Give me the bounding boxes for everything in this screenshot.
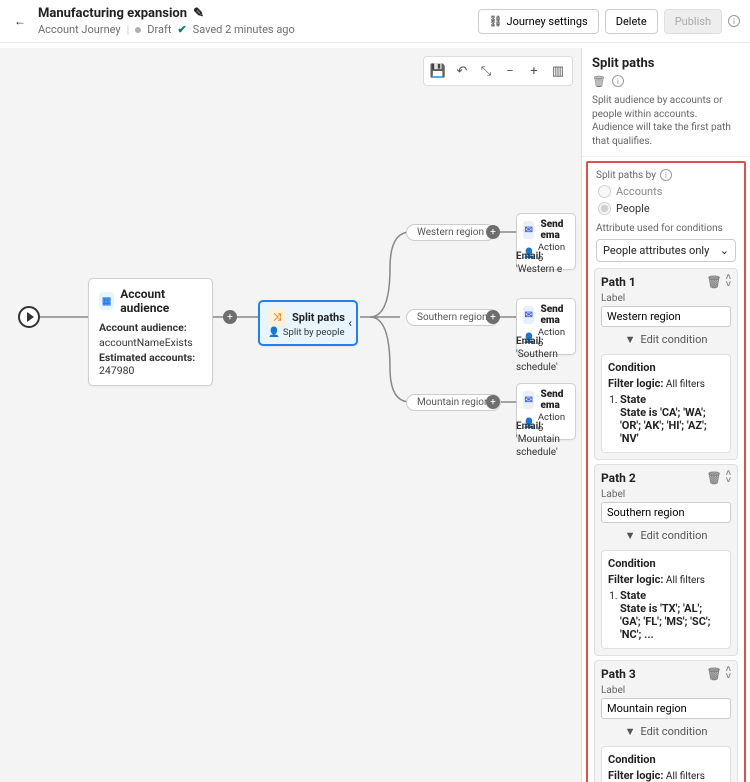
info-icon[interactable]: i (728, 15, 740, 27)
chevron-down-icon: ⌄ (720, 244, 729, 257)
back-arrow-icon[interactable]: ← (10, 10, 30, 32)
properties-panel: Split paths 🗑 i Split audience by accoun… (582, 48, 750, 782)
condition-block: ConditionFilter logic: All filtersStateS… (601, 746, 731, 782)
move-down-icon[interactable]: ˅ (726, 674, 731, 681)
info-icon[interactable]: i (660, 169, 672, 181)
panel-description: Split audience by accounts or people wit… (582, 94, 750, 157)
path-chip-western[interactable]: Western region (406, 224, 495, 241)
radio-accounts[interactable]: Accounts (592, 183, 740, 200)
trash-icon[interactable]: 🗑 (592, 75, 606, 88)
path-card: Path 2🗑˄˅Label▼Edit conditionConditionFi… (594, 464, 738, 656)
split-node[interactable]: ⤨Split paths 👤Split by people ‹ (258, 300, 358, 346)
radio-people[interactable]: People (592, 200, 740, 217)
flow-lines (0, 48, 581, 782)
publish-button[interactable]: Publish (664, 9, 722, 34)
add-step-icon[interactable]: + (223, 310, 237, 324)
edit-icon[interactable]: ✎ (193, 6, 204, 21)
path-label-input[interactable] (601, 306, 731, 327)
app-header: ← Manufacturing expansion ✎ Account Jour… (0, 0, 750, 43)
journey-settings-button[interactable]: ⛓Journey settings (478, 9, 599, 34)
filter-icon: ▼ (625, 725, 636, 738)
path-name: Path 2 (601, 471, 636, 485)
edit-condition-button[interactable]: ▼Edit condition (601, 523, 731, 548)
journey-title: Manufacturing expansion (38, 6, 187, 21)
journey-canvas[interactable]: 💾 ↶ ⤡ − + ▥ ▦Account audience Account au… (0, 48, 582, 782)
chevron-left-icon: ‹ (348, 316, 352, 330)
status-text: Draft (147, 23, 171, 36)
path-label-input[interactable] (601, 502, 731, 523)
highlighted-config: Split paths byi Accounts People Attribut… (586, 161, 746, 782)
attribute-select[interactable]: People attributes only⌄ (596, 239, 736, 262)
audience-node[interactable]: ▦Account audience Account audience: acco… (88, 278, 213, 386)
filter-icon: ▼ (625, 529, 636, 542)
mail-icon: ✉ (523, 391, 534, 409)
condition-block: ConditionFilter logic: All filtersStateS… (601, 550, 731, 649)
mail-icon: ✉ (523, 221, 534, 239)
info-icon[interactable]: i (612, 75, 624, 87)
edit-condition-button[interactable]: ▼Edit condition (601, 327, 731, 352)
edit-condition-button[interactable]: ▼Edit condition (601, 719, 731, 744)
path-card: Path 3🗑˄˅Label▼Edit conditionConditionFi… (594, 660, 738, 782)
trash-icon[interactable]: 🗑 (707, 667, 722, 681)
path-label-input[interactable] (601, 698, 731, 719)
add-step-icon[interactable]: + (486, 310, 500, 324)
path-name: Path 1 (601, 275, 636, 289)
path-name: Path 3 (601, 667, 636, 681)
add-step-icon[interactable]: + (486, 225, 500, 239)
title-block: Manufacturing expansion ✎ Account Journe… (38, 6, 470, 36)
move-down-icon[interactable]: ˅ (726, 478, 731, 485)
person-icon: 👤 (268, 327, 280, 338)
path-card: Path 1🗑˄˅Label▼Edit conditionConditionFi… (594, 268, 738, 460)
link-icon: ⛓ (489, 15, 503, 28)
add-step-icon[interactable]: + (486, 395, 500, 409)
audience-icon: ▦ (99, 292, 114, 310)
saved-check-icon: ✔ (177, 23, 186, 36)
panel-title: Split paths (582, 48, 750, 75)
delete-button[interactable]: Delete (605, 9, 658, 34)
trash-icon[interactable]: 🗑 (707, 275, 722, 289)
condition-block: ConditionFilter logic: All filtersStateS… (601, 354, 731, 453)
filter-icon: ▼ (625, 333, 636, 346)
path-chip-southern[interactable]: Southern region (406, 309, 499, 326)
journey-type: Account Journey (38, 23, 121, 36)
split-icon: ⤨ (268, 308, 286, 326)
start-node[interactable] (18, 306, 40, 328)
trash-icon[interactable]: 🗑 (707, 471, 722, 485)
move-down-icon[interactable]: ˅ (726, 282, 731, 289)
status-dot-icon (135, 27, 141, 33)
saved-text: Saved 2 minutes ago (193, 23, 295, 36)
mail-icon: ✉ (523, 306, 534, 324)
